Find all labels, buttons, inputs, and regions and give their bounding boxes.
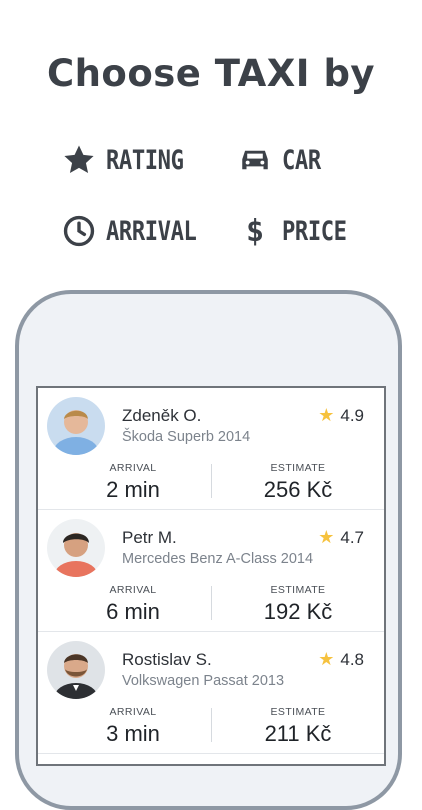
star-icon: ★ [318,527,335,547]
rating-value: 4.9 [340,405,364,425]
driver-car: Škoda Superb 2014 [122,429,251,445]
driver-card[interactable]: Zdeněk O. Škoda Superb 2014 ★ 4.9 ARRIVA… [38,388,384,510]
estimate-value: 192 Kč [263,599,333,624]
car-icon [238,143,272,177]
rating-value: 4.8 [340,649,364,669]
estimate-stat: ESTIMATE 211 Kč [223,706,373,747]
estimate-stat: ESTIMATE 256 Kč [223,462,373,503]
estimate-label: ESTIMATE [270,584,326,596]
feature-arrival: ARRIVAL [62,211,216,251]
driver-name: Rostislav S. [122,650,212,669]
arrival-stat: ARRIVAL 3 min [58,706,208,747]
clock-icon [62,214,96,248]
driver-name: Petr M. [122,528,177,547]
feature-label: CAR [282,144,321,176]
page-title: Choose TAXI by [46,52,376,95]
rating-value: 4.7 [340,527,364,547]
driver-card[interactable]: Petr M. Mercedes Benz A-Class 2014 ★ 4.7… [38,510,384,632]
arrival-label: ARRIVAL [109,462,157,474]
feature-label: RATING [106,144,184,176]
driver-car: Mercedes Benz A-Class 2014 [122,551,314,567]
driver-card[interactable]: Rostislav S. Volkswagen Passat 2013 ★ 4.… [38,632,384,754]
feature-price: $ PRICE [238,211,361,251]
arrival-value: 6 min [106,599,160,624]
dollar-icon: $ [245,213,265,249]
driver-rating: ★ 4.9 [318,405,364,426]
driver-name: Zdeněk O. [122,406,202,425]
driver-car: Volkswagen Passat 2013 [122,673,285,689]
driver-rating: ★ 4.8 [318,649,364,670]
estimate-stat: ESTIMATE 192 Kč [223,584,373,625]
arrival-stat: ARRIVAL 2 min [58,462,208,503]
divider [211,586,212,620]
feature-rating: RATING [62,140,201,180]
divider [211,708,212,742]
arrival-value: 3 min [106,721,160,746]
arrival-label: ARRIVAL [109,706,157,718]
divider [211,464,212,498]
avatar [47,641,105,699]
avatar [47,519,105,577]
estimate-value: 256 Kč [263,477,333,502]
driver-list: Zdeněk O. Škoda Superb 2014 ★ 4.9 ARRIVA… [36,386,386,766]
arrival-value: 2 min [106,477,160,502]
estimate-label: ESTIMATE [270,462,326,474]
arrival-label: ARRIVAL [109,584,157,596]
star-icon: ★ [318,405,335,425]
star-icon: ★ [318,649,335,669]
estimate-value: 211 Kč [264,721,332,746]
driver-rating: ★ 4.7 [318,527,364,548]
avatar [47,397,105,455]
feature-label: ARRIVAL [106,215,197,247]
estimate-label: ESTIMATE [270,706,326,718]
feature-car: CAR [238,140,329,180]
star-icon [62,143,96,177]
arrival-stat: ARRIVAL 6 min [58,584,208,625]
feature-label: PRICE [282,215,347,247]
